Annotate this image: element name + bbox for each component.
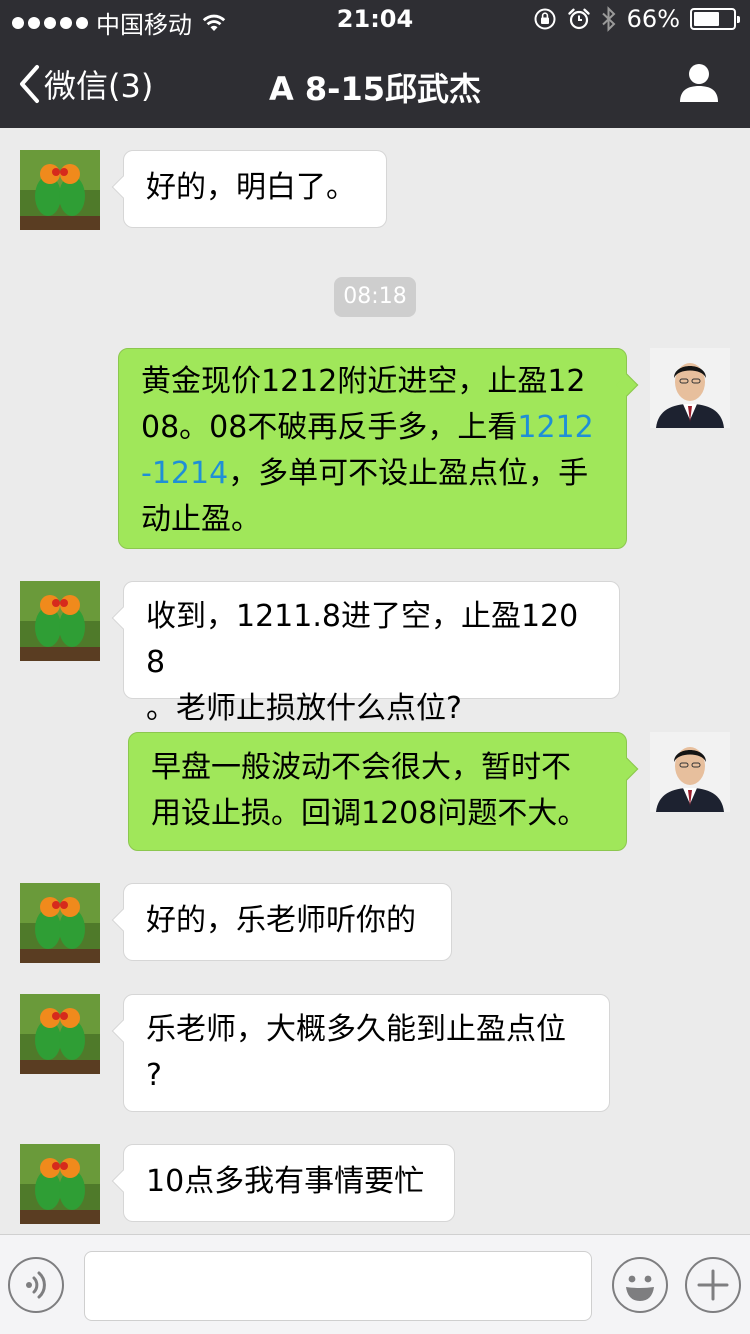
orientation-lock-icon — [534, 8, 556, 30]
alarm-icon — [567, 8, 590, 30]
price-link[interactable]: -1214 — [141, 456, 228, 491]
message-line: ，多单可不设止盈点位，手 — [228, 456, 589, 491]
top-bar: 中国移动 21:04 66% 微信(3) A 8-15邱武杰 — [0, 0, 750, 128]
parrots-avatar[interactable] — [20, 581, 100, 661]
chat-title: A 8-15邱武杰 — [269, 70, 481, 108]
status-right: 66% — [533, 5, 740, 33]
message-bubble-received[interactable]: 收到，1211.8进了空，止盈1208 。老师止损放什么点位? — [111, 581, 620, 726]
message-text: 早盘一般波动不会很大，暂时不 用设止损。回调1208问题不大。 — [151, 745, 604, 837]
message-text: 乐老师，大概多久能到止盈点位 ? — [146, 1007, 587, 1099]
status-bar: 中国移动 21:04 66% — [0, 0, 750, 40]
message-text: 黄金现价1212附近进空，止盈12 08。08不破再反手多，上看1212 -12… — [141, 359, 604, 543]
message-line: 用设止损。回调1208问题不大。 — [151, 796, 588, 831]
message-line: ? — [146, 1058, 162, 1093]
message-list[interactable]: 好的，明白了。 08:18 黄金现价1212附近进空，止盈12 08。08不破再… — [0, 128, 750, 1234]
voice-icon — [26, 1271, 46, 1299]
battery-fill — [694, 12, 719, 26]
plus-icon — [697, 1269, 729, 1301]
message-line: 08。08不破再反手多，上看 — [141, 410, 518, 445]
voice-button[interactable] — [8, 1257, 64, 1313]
more-button[interactable] — [685, 1257, 741, 1313]
message-text: 收到，1211.8进了空，止盈1208 。老师止损放什么点位? — [146, 594, 597, 732]
parrots-avatar[interactable] — [20, 994, 100, 1074]
message-text: 10点多我有事情要忙 — [146, 1164, 425, 1199]
profile-icon[interactable] — [678, 62, 720, 104]
message-line: 黄金现价1212附近进空，止盈12 — [141, 364, 586, 399]
message-line: 早盘一般波动不会很大，暂时不 — [151, 750, 571, 785]
parrots-avatar[interactable] — [20, 883, 100, 963]
input-toolbar — [0, 1234, 750, 1334]
battery-icon — [690, 8, 740, 30]
message-input[interactable] — [84, 1251, 592, 1321]
message-line: 乐老师，大概多久能到止盈点位 — [146, 1012, 566, 1047]
message-bubble-received[interactable]: 好的，明白了。 — [111, 150, 387, 228]
message-text: 好的，明白了。 — [146, 170, 356, 205]
message-bubble-received[interactable]: 乐老师，大概多久能到止盈点位 ? — [111, 994, 610, 1112]
message-bubble-received[interactable]: 10点多我有事情要忙 — [111, 1144, 455, 1222]
message-text: 好的，乐老师听你的 — [146, 903, 416, 938]
message-line: 收到，1211.8进了空，止盈1208 — [146, 599, 579, 680]
man-in-suit-avatar[interactable] — [650, 732, 730, 812]
message-bubble-received[interactable]: 好的，乐老师听你的 — [111, 883, 452, 961]
bluetooth-icon — [601, 6, 616, 32]
emoji-button[interactable] — [612, 1257, 668, 1313]
message-bubble-sent[interactable]: 早盘一般波动不会很大，暂时不 用设止损。回调1208问题不大。 — [128, 732, 639, 851]
navigation-bar: 微信(3) A 8-15邱武杰 — [0, 40, 750, 128]
emoji-icon — [626, 1275, 654, 1301]
message-bubble-sent[interactable]: 黄金现价1212附近进空，止盈12 08。08不破再反手多，上看1212 -12… — [118, 348, 639, 549]
price-link[interactable]: 1212 — [517, 410, 593, 445]
parrots-avatar[interactable] — [20, 150, 100, 230]
man-in-suit-avatar[interactable] — [650, 348, 730, 428]
message-timestamp: 08:18 — [334, 277, 416, 317]
battery-percent: 66% — [626, 5, 680, 33]
message-line: 。老师止损放什么点位? — [146, 691, 462, 726]
message-line: 动止盈。 — [141, 502, 261, 537]
parrots-avatar[interactable] — [20, 1144, 100, 1224]
